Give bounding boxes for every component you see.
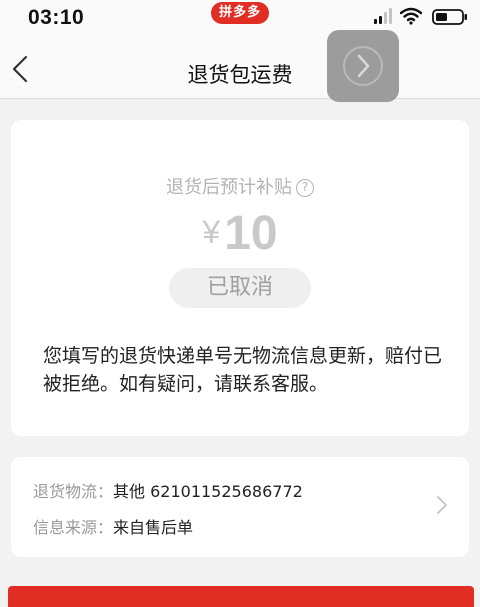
subsidy-label-row: 退货后预计补贴?: [11, 173, 469, 199]
logistics-info-card[interactable]: 退货物流：其他 621011525686772 信息来源：来自售后单: [11, 457, 469, 557]
signal-icon: [374, 8, 392, 24]
status-time: 03:10: [28, 6, 85, 29]
nav-bar: 退货包运费: [0, 30, 480, 102]
rejection-message: 您填写的退货快递单号无物流信息更新，赔付已被拒绝。如有疑问，请联系客服。: [43, 345, 443, 395]
source-key: 信息来源：: [33, 518, 114, 537]
battery-icon: [432, 9, 467, 25]
status-badge: 已取消: [169, 268, 311, 308]
logistics-row: 退货物流：其他 621011525686772: [33, 478, 303, 502]
page-title: 退货包运费: [187, 63, 293, 87]
subsidy-amount: ¥10: [11, 206, 469, 261]
logistics-value: 其他 621011525686772: [113, 482, 303, 501]
status-bar: 03:10 拼多多: [0, 0, 480, 36]
floating-assist-button[interactable]: [327, 30, 399, 102]
wifi-icon: [400, 7, 422, 25]
source-value: 来自售后单: [113, 518, 194, 537]
amount-value: 10: [224, 207, 278, 260]
subsidy-card: 退货后预计补贴? ¥10 已取消 您填写的退货快递单号无物流信息更新，赔付已被拒…: [11, 120, 469, 436]
app-badge[interactable]: 拼多多: [211, 2, 270, 24]
chevron-right-circle-icon: [343, 46, 383, 86]
logistics-key: 退货物流：: [33, 482, 114, 501]
source-row: 信息来源：来自售后单: [33, 514, 193, 538]
bottom-action-button[interactable]: [8, 586, 474, 607]
currency-symbol: ¥: [202, 214, 221, 250]
subsidy-label: 退货后预计补贴: [166, 177, 292, 198]
chevron-right-icon[interactable]: [436, 495, 448, 515]
question-circle-icon[interactable]: ?: [296, 179, 314, 197]
